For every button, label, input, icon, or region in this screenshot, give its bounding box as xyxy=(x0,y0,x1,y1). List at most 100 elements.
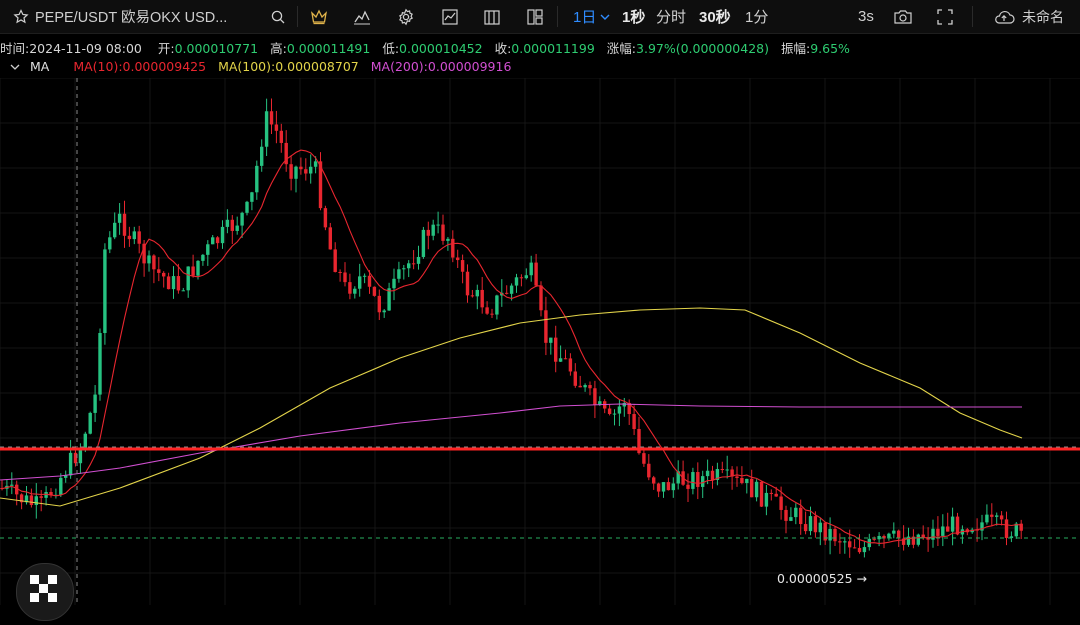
candle-body xyxy=(509,285,514,294)
candle-body xyxy=(892,530,896,534)
candle-body xyxy=(367,275,372,287)
candle-body xyxy=(740,477,744,484)
interval-1m[interactable]: 1分 xyxy=(745,0,768,33)
candle-body xyxy=(519,277,524,279)
candle-body xyxy=(534,262,538,286)
candle-body xyxy=(661,482,666,492)
candle-body xyxy=(779,496,783,510)
chart-type-icon[interactable] xyxy=(439,6,460,27)
candle-body xyxy=(656,483,661,492)
candle-body xyxy=(999,515,1004,520)
candle-body xyxy=(304,169,308,174)
candle-body xyxy=(852,547,857,549)
candle-body xyxy=(808,516,813,532)
candle-body xyxy=(426,229,430,236)
candle-body xyxy=(294,166,298,179)
candlestick-chart[interactable] xyxy=(0,78,1080,605)
layout-name[interactable]: 未命名 xyxy=(1022,0,1064,33)
candle-body xyxy=(950,516,955,532)
candle-body xyxy=(171,276,176,290)
layout-icon[interactable] xyxy=(524,6,545,27)
candle-body xyxy=(857,547,862,553)
candle-body xyxy=(735,476,739,478)
candle-body xyxy=(93,394,97,413)
template-icon[interactable] xyxy=(481,6,502,27)
candle-body xyxy=(862,547,867,553)
candle-body xyxy=(490,313,494,315)
candle-body xyxy=(583,385,587,388)
candle-body xyxy=(309,166,313,174)
candle-body xyxy=(211,237,215,245)
low-value: 0.000010452 xyxy=(399,41,483,56)
indicators-icon[interactable] xyxy=(351,6,372,27)
amplitude-label: 振幅: xyxy=(780,41,811,56)
collapse-chevron-icon[interactable] xyxy=(10,59,20,74)
candle-body xyxy=(774,493,778,497)
candle-body xyxy=(299,166,303,170)
candle-body xyxy=(990,514,994,517)
candle-body xyxy=(505,292,509,294)
candle-body xyxy=(813,516,818,533)
replay-speed[interactable]: 3s xyxy=(858,0,874,33)
candle-body xyxy=(328,227,332,250)
candle-body xyxy=(632,414,636,430)
candle-body xyxy=(382,310,386,313)
candle-body xyxy=(593,388,597,405)
candle-body xyxy=(245,201,249,213)
candle-body xyxy=(642,453,646,464)
candle-body xyxy=(68,452,73,476)
candle-body xyxy=(838,541,842,543)
candle-body xyxy=(495,295,499,315)
candle-body xyxy=(554,337,558,362)
interval-30s[interactable]: 30秒 xyxy=(699,0,731,33)
candles xyxy=(0,98,1023,558)
chevron-down-icon[interactable] xyxy=(600,13,610,21)
candle-body xyxy=(387,288,391,311)
candle-body xyxy=(44,492,48,498)
amplitude-value: 9.65% xyxy=(810,41,850,56)
star-icon[interactable] xyxy=(10,6,31,27)
candle-body xyxy=(274,124,279,131)
high-value: 0.000011491 xyxy=(286,41,371,56)
candle-body xyxy=(117,213,122,223)
candle-body xyxy=(348,282,352,294)
candle-body xyxy=(59,477,63,495)
low-label: 低: xyxy=(382,41,400,56)
candle-body xyxy=(480,289,484,308)
cloud-icon[interactable] xyxy=(992,6,1016,27)
candle-body xyxy=(720,469,724,471)
candle-body xyxy=(750,478,754,498)
symbol-title[interactable]: PEPE/USDT 欧易OKX USD... xyxy=(35,0,227,33)
candle-body xyxy=(710,470,715,480)
camera-icon[interactable] xyxy=(892,6,913,27)
interval-1s[interactable]: 1秒 xyxy=(622,0,645,33)
candle-body xyxy=(622,402,626,407)
candle-body xyxy=(460,260,465,272)
candle-body xyxy=(470,295,475,297)
candle-body xyxy=(353,288,357,294)
interval-line[interactable]: 分时 xyxy=(656,0,686,33)
candle-body xyxy=(446,238,450,241)
candle-body xyxy=(127,235,132,240)
candle-body xyxy=(343,272,347,283)
candle-body xyxy=(705,470,710,477)
candle-body xyxy=(235,225,239,231)
candle-body xyxy=(985,514,989,523)
candle-body xyxy=(191,266,195,276)
candle-body xyxy=(573,371,577,386)
candle-body xyxy=(392,278,396,289)
candle-body xyxy=(421,229,426,257)
candle-body xyxy=(529,262,533,276)
candle-body xyxy=(514,277,519,286)
time-label: 时间: xyxy=(0,41,30,56)
candle-body xyxy=(416,256,421,264)
fullscreen-icon[interactable] xyxy=(934,6,955,27)
settings-icon[interactable] xyxy=(395,6,416,27)
search-icon[interactable] xyxy=(267,6,288,27)
crown-icon[interactable] xyxy=(308,6,329,27)
candle-body xyxy=(588,385,592,389)
candle-body xyxy=(186,266,190,291)
indicator-name[interactable]: MA xyxy=(30,59,49,74)
candle-body xyxy=(338,271,342,273)
interval-1d[interactable]: 1日 xyxy=(573,0,610,33)
